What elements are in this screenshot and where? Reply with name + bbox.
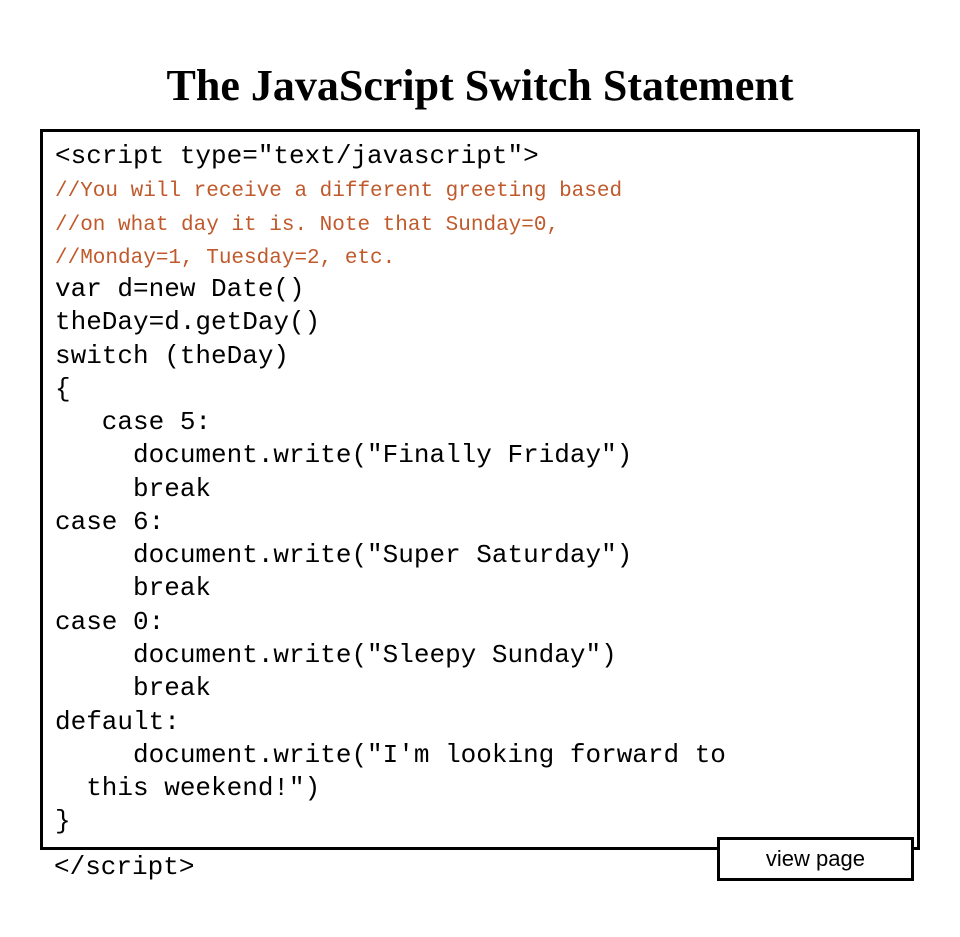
code-line4: {	[55, 374, 71, 404]
code-line17: }	[55, 806, 71, 836]
code-line12: document.write("Sleepy Sunday")	[55, 640, 617, 670]
slide-container: The JavaScript Switch Statement <script …	[0, 0, 960, 937]
code-line5: case 5:	[55, 407, 211, 437]
code-open-tag: <script type="text/javascript">	[55, 141, 539, 171]
code-line6: document.write("Finally Friday")	[55, 440, 632, 470]
code-line10: break	[55, 573, 211, 603]
code-line2: theDay=d.getDay()	[55, 307, 320, 337]
code-line8: case 6:	[55, 507, 164, 537]
code-line3: switch (theDay)	[55, 341, 289, 371]
code-comment-line2: //on what day it is. Note that Sunday=0,	[55, 214, 559, 237]
code-line7: break	[55, 474, 211, 504]
code-line16: this weekend!")	[55, 773, 320, 803]
code-line13: break	[55, 673, 211, 703]
view-page-button[interactable]: view page	[717, 837, 914, 881]
code-line15: document.write("I'm looking forward to	[55, 740, 726, 770]
code-line9: document.write("Super Saturday")	[55, 540, 632, 570]
slide-title: The JavaScript Switch Statement	[40, 60, 920, 111]
code-line1: var d=new Date()	[55, 274, 305, 304]
code-line14: default:	[55, 707, 180, 737]
code-comment-line3: //Monday=1, Tuesday=2, etc.	[55, 247, 395, 270]
code-box: <script type="text/javascript"> //You wi…	[40, 129, 920, 850]
code-line11: case 0:	[55, 607, 164, 637]
code-comment-line1: //You will receive a different greeting …	[55, 180, 622, 203]
